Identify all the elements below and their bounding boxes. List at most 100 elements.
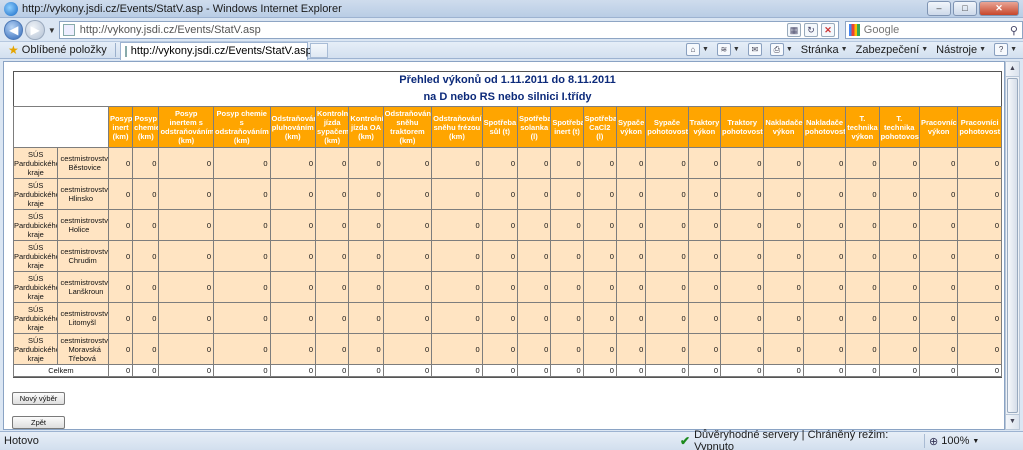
search-box[interactable]: ⚲ (844, 21, 1023, 39)
value-cell: 0 (719, 178, 765, 210)
scroll-up-icon[interactable]: ▲ (1006, 62, 1019, 77)
tab-page-icon (124, 45, 127, 57)
forward-nav-button[interactable]: ▶ (25, 20, 45, 40)
value-cell: 0 (132, 302, 160, 334)
chevron-down-icon: ▼ (701, 46, 709, 53)
value-cell: 0 (314, 147, 350, 179)
value-cell: 0 (878, 302, 920, 334)
org-line: Pardubického (14, 158, 58, 168)
vertical-scrollbar[interactable]: ▲ ▼ (1005, 61, 1020, 430)
value-cell: 0 (269, 240, 317, 272)
value-cell: 0 (516, 147, 552, 179)
favorites-button[interactable]: ★ Oblíbené položky (0, 42, 113, 58)
feeds-button[interactable]: ≋ ▼ (716, 43, 740, 56)
district-cell: cestmistrovství Hlinsko (57, 178, 109, 210)
total-value-cell: 0 (348, 364, 384, 377)
total-value-cell: 0 (645, 364, 689, 377)
district-cell: cestmistrovství Litomyšl (57, 302, 109, 334)
table-row: SÚS Pardubického kraje cestmistrovství Morav… (12, 333, 1002, 365)
value-cell: 0 (918, 147, 959, 179)
total-value-cell: 0 (845, 364, 880, 377)
home-button[interactable]: ⌂ ▼ (685, 43, 709, 56)
star-icon: ★ (8, 43, 19, 57)
back-button[interactable]: Zpět (12, 416, 65, 429)
value-cell: 0 (348, 333, 384, 365)
value-cell: 0 (348, 271, 384, 303)
address-url[interactable]: http://vykony.jsdi.cz/Events/StatV.asp (80, 24, 787, 36)
help-menu[interactable]: ? ▼ (994, 43, 1017, 56)
zoom-control[interactable]: ⊕ 100% ▼ (929, 435, 979, 448)
address-bar[interactable]: http://vykony.jsdi.cz/Events/StatV.asp ▦… (58, 21, 839, 39)
security-menu[interactable]: Zabezpečení ▼ (856, 44, 929, 56)
security-menu-label: Zabezpečení (855, 43, 920, 56)
table-row: SÚS Pardubického kraje cestmistrovství Lanšk… (12, 271, 1002, 303)
column-header: Posyp inert (km) (107, 106, 134, 148)
value-cell: 0 (918, 333, 959, 365)
value-cell: 0 (550, 147, 584, 179)
column-header: Odstraňování sněhu traktorem (km) (382, 106, 433, 148)
refresh-icon[interactable]: ↻ (803, 23, 818, 37)
value-cell: 0 (132, 240, 160, 272)
value-cell: 0 (645, 302, 689, 334)
column-header: Odstraňování sněhu frézou (km) (431, 106, 483, 148)
district-cell: cestmistrovství Moravská Třebová (57, 333, 109, 365)
value-cell: 0 (878, 271, 920, 303)
value-cell: 0 (107, 333, 134, 365)
chevron-down-icon: ▼ (785, 46, 793, 53)
total-value-cell: 0 (158, 364, 214, 377)
new-selection-button[interactable]: Nový výběr (12, 392, 65, 405)
value-cell: 0 (763, 302, 804, 334)
value-cell: 0 (645, 209, 689, 241)
report-title: Přehled výkonů od 1.11.2011 do 8.11.2011 (399, 74, 616, 86)
org-line: SÚS (28, 242, 44, 252)
value-cell: 0 (431, 333, 483, 365)
org-cell: SÚS Pardubického kraje (12, 302, 59, 334)
value-cell: 0 (763, 333, 804, 365)
scroll-thumb[interactable] (1007, 78, 1018, 413)
value-cell: 0 (314, 271, 350, 303)
new-tab-button[interactable] (309, 42, 328, 58)
print-button[interactable]: ⎙ ▼ (769, 43, 793, 56)
org-line: Pardubického (14, 313, 58, 323)
value-cell: 0 (802, 147, 847, 179)
district-line: Třebová (68, 353, 96, 363)
value-cell: 0 (802, 240, 847, 272)
maximize-button[interactable]: □ (953, 1, 977, 16)
search-input[interactable] (863, 24, 1006, 36)
tools-menu[interactable]: Nástroje ▼ (936, 44, 986, 56)
zoom-icon: ⊕ (929, 435, 939, 448)
total-value-cell: 0 (107, 364, 134, 377)
value-cell: 0 (615, 302, 647, 334)
close-button[interactable]: ✕ (979, 1, 1019, 16)
value-cell: 0 (687, 271, 721, 303)
value-cell: 0 (582, 333, 617, 365)
value-cell: 0 (314, 333, 350, 365)
total-value-cell: 0 (314, 364, 350, 377)
security-zone[interactable]: ✔ Důvěryhodné servery | Chráněný režim: … (680, 429, 920, 450)
minimize-button[interactable]: – (927, 1, 951, 16)
page-menu[interactable]: Stránka ▼ (801, 44, 848, 56)
security-zone-label: Důvěryhodné servery | Chráněný režim: Vy… (694, 429, 889, 450)
value-cell: 0 (348, 178, 384, 210)
google-logo-icon (848, 24, 860, 36)
history-dropdown-icon[interactable]: ▼ (48, 26, 56, 35)
scroll-down-icon[interactable]: ▼ (1006, 414, 1019, 429)
org-line: SÚS (28, 335, 44, 345)
stop-icon[interactable]: ✕ (820, 23, 835, 37)
org-line: SÚS (28, 149, 44, 159)
mail-button[interactable]: ✉ (747, 43, 762, 56)
value-cell: 0 (582, 178, 617, 210)
value-cell: 0 (957, 240, 1002, 272)
browser-tab[interactable]: http://vykony.jsdi.cz/Events/StatV.asp (119, 41, 312, 60)
total-value-cell: 0 (582, 364, 617, 377)
chevron-down-icon: ▼ (979, 46, 987, 53)
search-icon[interactable]: ⚲ (1006, 24, 1022, 37)
back-nav-button[interactable]: ◀ (4, 20, 24, 40)
compatibility-view-icon[interactable]: ▦ (786, 23, 801, 37)
home-icon: ⌂ (685, 43, 700, 56)
column-header: Odstraňování pluhováním (km) (269, 106, 317, 148)
value-cell: 0 (212, 271, 271, 303)
column-header: T. technika pohotovost (878, 106, 920, 148)
total-label: Celkem (13, 364, 109, 377)
value-cell: 0 (550, 240, 584, 272)
